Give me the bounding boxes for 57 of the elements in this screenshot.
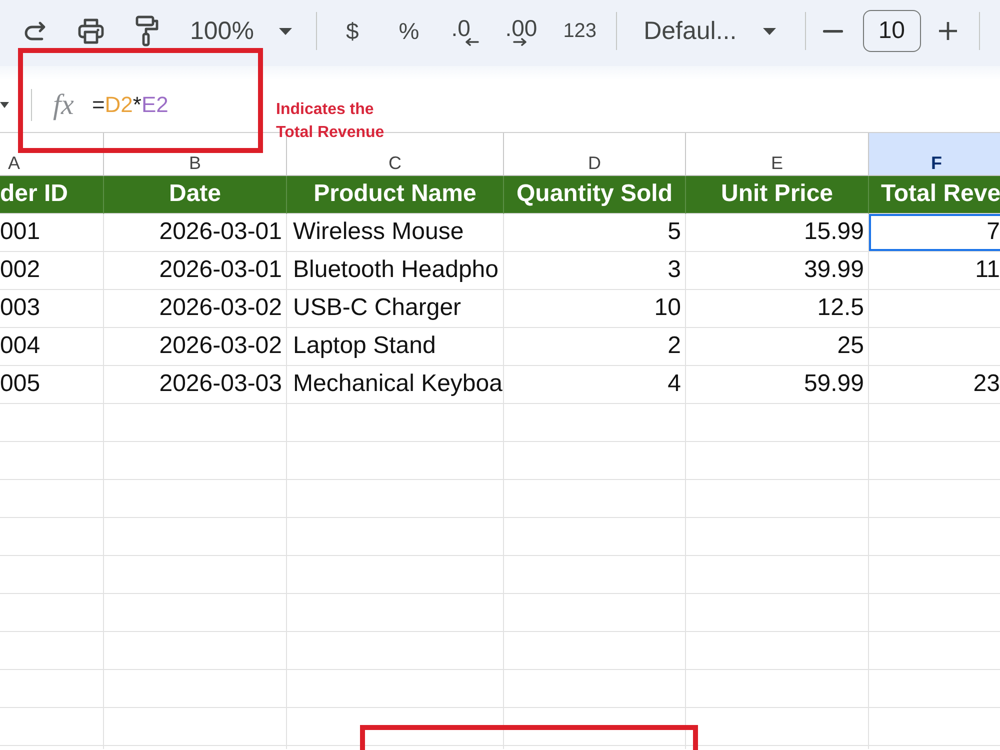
table-cell: 12.5 (686, 290, 869, 328)
font-size-field[interactable]: 10 (862, 10, 921, 52)
right-arrow-icon (513, 38, 528, 46)
header-cell: der ID (0, 176, 104, 214)
table-cell: 2026-03-02 (104, 290, 287, 328)
table-cell: 59.99 (686, 366, 869, 404)
header-cell: Unit Price (686, 176, 869, 214)
caret-icon[interactable] (0, 102, 9, 108)
table-cell: 2026-03-01 (104, 214, 287, 252)
table-cell: Laptop Stand (287, 328, 504, 366)
header-cell: Quantity Sold (504, 176, 686, 214)
table-cell: 39.99 (686, 252, 869, 290)
zoom-dropdown[interactable]: 100% (190, 18, 292, 44)
caret-icon[interactable] (762, 28, 776, 34)
table-cell: 005 (0, 366, 104, 404)
table-cell: 2026-03-02 (104, 328, 287, 366)
column-header[interactable]: F (869, 133, 1000, 176)
table-cell: 2 (504, 328, 686, 366)
table-cell: 11 (869, 252, 1000, 290)
table-cell: 001 (0, 214, 104, 252)
number-format-button[interactable]: 123 (563, 21, 597, 41)
header-cell: Total Reve (869, 176, 1000, 214)
table-cell: 2026-03-01 (104, 252, 287, 290)
table-cell: 25 (686, 328, 869, 366)
table-cell: 2026-03-03 (104, 366, 287, 404)
percent-button[interactable]: % (398, 20, 420, 42)
print-icon[interactable] (78, 18, 104, 44)
table-cell: 002 (0, 252, 104, 290)
table-cell: 15.99 (686, 214, 869, 252)
caret-icon[interactable] (278, 28, 292, 34)
table-cell: 23 (869, 366, 1000, 404)
left-arrow-icon (465, 38, 480, 46)
table-cell: 4 (504, 366, 686, 404)
table-cell: USB-C Charger (287, 290, 504, 328)
header-cell: Date (104, 176, 287, 214)
decrease-decimal-button[interactable]: .0 (451, 16, 480, 46)
table-cell: Bluetooth Headpho (287, 252, 504, 290)
table-cell: 5 (504, 214, 686, 252)
plus-icon[interactable] (938, 22, 957, 40)
minus-icon[interactable] (822, 30, 843, 32)
redo-icon[interactable] (22, 20, 48, 42)
header-cell: Product Name (287, 176, 504, 214)
table-cell: Wireless Mouse (287, 214, 504, 252)
table-cell: 004 (0, 328, 104, 366)
table-cell: 003 (0, 290, 104, 328)
formula-field[interactable]: =D2*E2 (92, 94, 168, 116)
increase-decimal-button[interactable]: .00 (505, 16, 538, 46)
table-cell: Mechanical Keyboa (287, 366, 504, 404)
currency-button[interactable]: $ (346, 20, 359, 42)
table-cell: 3 (504, 252, 686, 290)
fx-label: fx (53, 90, 74, 120)
column-header[interactable]: D (504, 133, 686, 176)
paint-roller-icon[interactable] (135, 15, 159, 47)
font-dropdown[interactable]: Defaul... (644, 18, 776, 44)
column-header[interactable]: E (686, 133, 869, 176)
table-cell: 7 (869, 214, 1000, 252)
table-cell: 10 (504, 290, 686, 328)
